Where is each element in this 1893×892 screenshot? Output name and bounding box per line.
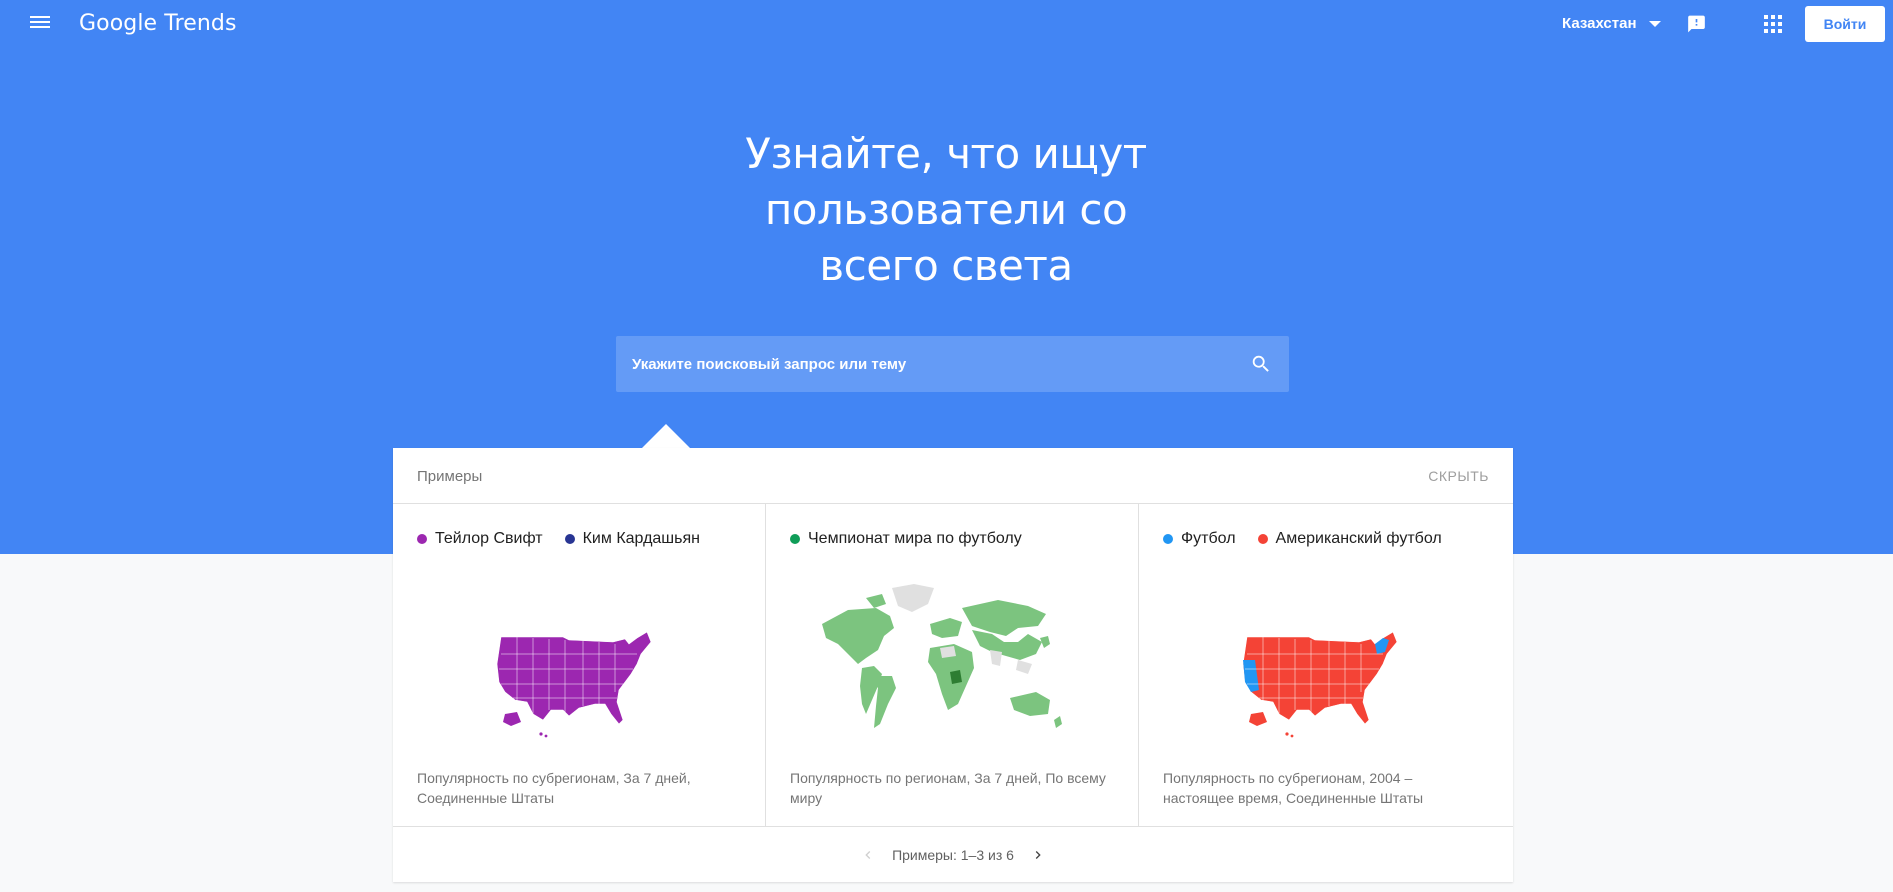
headline-line-3: всего света — [819, 241, 1073, 290]
example-card-2[interactable]: Чемпионат мира по футболу Популярность п… — [766, 504, 1139, 826]
legend-label: Ким Кардашьян — [582, 530, 700, 547]
examples-pager: Примеры: 1–3 из 6 — [393, 826, 1513, 882]
next-page-button[interactable] — [1026, 843, 1050, 867]
us-map — [496, 631, 652, 738]
card-caption: Популярность по субрегионам, 2004 – наст… — [1163, 770, 1424, 806]
example-cards: Тейлор Свифт Ким Кардашьян Популярность … — [393, 504, 1513, 826]
signin-button[interactable]: Войти — [1805, 6, 1885, 42]
legend-label: Чемпионат мира по футболу — [808, 530, 1022, 547]
legend-dot — [1257, 534, 1268, 544]
legend-item: Тейлор Свифт — [417, 530, 543, 548]
pager-label: Примеры: 1–3 из 6 — [892, 846, 1014, 863]
card-legend: Чемпионат мира по футболу — [790, 530, 1044, 548]
dropdown-caret-icon — [1648, 20, 1661, 27]
top-bar: Google Trends Казахстан Войти — [0, 0, 1893, 48]
legend-item: Футбол — [1163, 530, 1236, 548]
chevron-right-icon — [1035, 850, 1041, 859]
prev-page-button[interactable] — [856, 843, 880, 867]
chevron-left-icon — [865, 850, 871, 859]
headline-line-2: пользователи со — [764, 185, 1128, 234]
search-box — [616, 336, 1289, 392]
search-input[interactable] — [616, 336, 1216, 392]
country-selector[interactable]: Казахстан — [1562, 15, 1661, 32]
panel-pointer — [642, 424, 690, 448]
examples-header: Примеры СКРЫТЬ — [393, 448, 1513, 504]
country-label: Казахстан — [1562, 15, 1637, 32]
apps-grid-icon[interactable] — [1764, 15, 1782, 33]
legend-dot — [1163, 534, 1173, 544]
menu-icon[interactable] — [28, 14, 52, 34]
card-caption: Популярность по субрегионам, За 7 дней, … — [417, 770, 691, 806]
card-legend: Тейлор Свифт Ким Кардашьян — [417, 530, 722, 548]
card-caption: Популярность по регионам, За 7 дней, По … — [790, 770, 1106, 806]
legend-label: Футбол — [1181, 530, 1236, 547]
legend-item: Чемпионат мира по футболу — [790, 530, 1022, 548]
legend-item: Ким Кардашьян — [564, 530, 700, 548]
example-card-1[interactable]: Тейлор Свифт Ким Кардашьян Популярность … — [393, 504, 766, 826]
card-legend: Футбол Американский футбол — [1163, 530, 1464, 548]
world-map — [822, 584, 1062, 728]
examples-title: Примеры — [417, 468, 483, 485]
examples-panel: Примеры СКРЫТЬ Тейлор Свифт Ким Кардашья… — [393, 448, 1513, 882]
legend-label: Тейлор Свифт — [435, 530, 543, 547]
legend-item: Американский футбол — [1257, 530, 1442, 548]
headline-line-1: Узнайте, что ищут — [745, 129, 1147, 178]
legend-dot — [790, 534, 800, 544]
hide-examples-button[interactable]: СКРЫТЬ — [1428, 468, 1489, 484]
example-card-3[interactable]: Футбол Американский футбол Популярность … — [1139, 504, 1513, 826]
search-icon[interactable] — [1250, 353, 1272, 375]
legend-dot — [417, 534, 427, 544]
legend-dot — [564, 534, 575, 544]
legend-label: Американский футбол — [1275, 530, 1442, 547]
us-map — [1242, 631, 1398, 738]
hero-headline: Узнайте, что ищут пользователи со всего … — [646, 126, 1246, 294]
feedback-icon[interactable] — [1686, 14, 1707, 34]
google-trends-logo[interactable]: Google Trends — [79, 11, 237, 36]
